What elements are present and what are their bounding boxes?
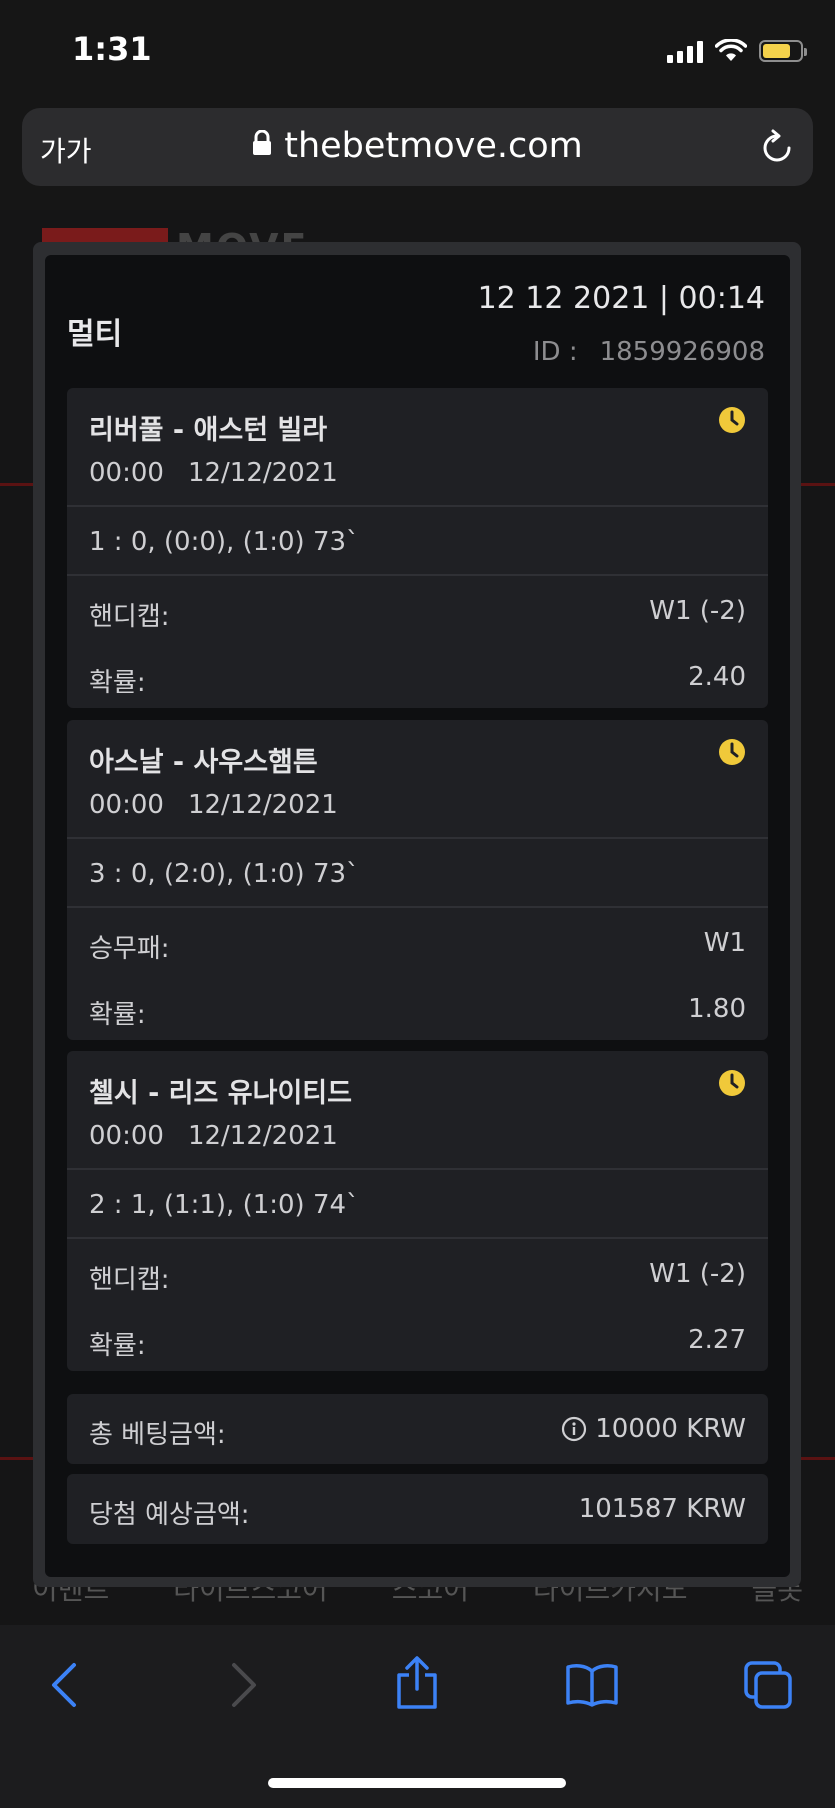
url-text: thebetmove.com: [284, 126, 583, 166]
odds-value: 2.27: [688, 1325, 746, 1355]
bookmarks-button[interactable]: [565, 1663, 619, 1707]
match-time: 00:00 12/12/2021: [89, 1121, 338, 1151]
market-row: 핸디캡: W1 (-2): [67, 1239, 768, 1305]
market-label: 핸디캡:: [89, 602, 170, 632]
home-indicator: [268, 1778, 566, 1788]
match-score: 2 : 1, (1:1), (1:0) 74`: [67, 1170, 768, 1239]
clock-icon: [719, 1070, 745, 1096]
market-label: 승무패:: [89, 934, 170, 964]
wifi-icon: [715, 39, 747, 61]
odds-value: 1.80: [688, 994, 746, 1024]
expected-payout-row: 당첨 예상금액: 101587 KRW: [67, 1474, 768, 1544]
tabs-button[interactable]: [742, 1659, 794, 1711]
clock-icon: [719, 739, 745, 765]
url-display[interactable]: thebetmove.com: [22, 126, 813, 166]
reload-icon[interactable]: [759, 128, 795, 166]
bet-id-value: 1859926908: [599, 337, 765, 367]
match-score: 1 : 0, (0:0), (1:0) 73`: [67, 507, 768, 576]
browser-address-area: 가가 thebetmove.com: [0, 100, 835, 210]
total-stake-label: 총 베팅금액:: [89, 1420, 226, 1450]
lock-icon: [253, 130, 272, 155]
match-time: 00:00 12/12/2021: [89, 458, 338, 488]
market-value: W1 (-2): [649, 596, 746, 626]
back-button[interactable]: [48, 1661, 80, 1709]
odds-value: 2.40: [688, 662, 746, 692]
expected-payout-label: 당첨 예상금액:: [89, 1500, 250, 1530]
market-value: W1 (-2): [649, 1259, 746, 1289]
odds-row: 확률: 2.40: [67, 642, 768, 708]
info-icon[interactable]: [561, 1416, 587, 1442]
forward-button[interactable]: [228, 1661, 260, 1709]
bet-slip-modal: 멀티 12 12 2021 | 00:14 ID : 1859926908 리버풀…: [45, 255, 790, 1577]
bet-id-label: ID :: [532, 337, 578, 367]
market-row: 승무패: W1: [67, 908, 768, 974]
match-name: 리버풀 - 애스턴 빌라: [89, 415, 328, 446]
bet-id: ID : 1859926908: [533, 337, 765, 367]
match-name: 첼시 - 리즈 유나이티드: [89, 1078, 352, 1109]
match-time: 00:00 12/12/2021: [89, 790, 338, 820]
market-row: 핸디캡: W1 (-2): [67, 576, 768, 642]
bet-datetime: 12 12 2021 | 00:14: [477, 281, 765, 316]
odds-label: 확률:: [89, 1000, 146, 1030]
match-score: 3 : 0, (2:0), (1:0) 73`: [67, 839, 768, 908]
bet-card: 첼시 - 리즈 유나이티드 00:00 12/12/2021 2 : 1, (1:…: [67, 1051, 768, 1371]
status-bar: 1:31: [0, 0, 835, 100]
battery-icon: [759, 40, 807, 62]
expected-payout-value: 101587 KRW: [578, 1494, 746, 1524]
share-button[interactable]: [394, 1655, 440, 1711]
odds-row: 확률: 2.27: [67, 1305, 768, 1371]
status-time: 1:31: [72, 30, 152, 68]
odds-label: 확률:: [89, 668, 146, 698]
screen: 1:31 가가 thebetmove.com 이벤트 라이브스코어 스코어 라이…: [0, 0, 835, 1808]
bet-card: 아스날 - 사우스햄튼 00:00 12/12/2021 3 : 0, (2:0)…: [67, 720, 768, 1040]
market-label: 핸디캡:: [89, 1265, 170, 1295]
bet-type-title: 멀티: [67, 317, 123, 352]
odds-label: 확률:: [89, 1331, 146, 1361]
odds-row: 확률: 1.80: [67, 974, 768, 1040]
status-icons: [667, 36, 807, 66]
total-stake-row: 총 베팅금액: 10000 KRW: [67, 1394, 768, 1464]
clock-icon: [719, 407, 745, 433]
address-bar[interactable]: 가가 thebetmove.com: [22, 108, 813, 186]
cellular-signal-icon: [667, 39, 703, 63]
bet-card: 리버풀 - 애스턴 빌라 00:00 12/12/2021 1 : 0, (0:0…: [67, 388, 768, 708]
match-name: 아스날 - 사우스햄튼: [89, 747, 318, 778]
total-stake-value: 10000 KRW: [595, 1414, 746, 1444]
market-value: W1: [703, 928, 746, 958]
